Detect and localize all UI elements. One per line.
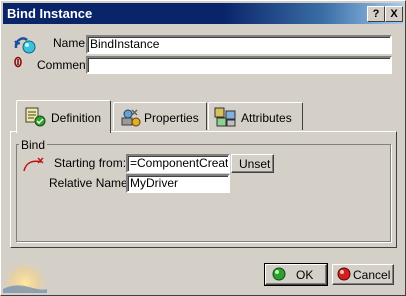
cancel-icon: [337, 267, 351, 281]
bind-instance-dialog: Bind Instance ? X Name: BindInstance Com…: [0, 0, 406, 296]
unset-button-label: Unset: [239, 157, 271, 171]
ok-button-label: OK: [296, 268, 314, 282]
cancel-button[interactable]: Cancel: [332, 264, 394, 285]
comment-label: Comment:: [37, 58, 93, 72]
tab-definition-label: Definition: [51, 111, 102, 125]
knowledge-object-icon: [13, 34, 39, 56]
corner-decoration: [3, 253, 47, 293]
relative-name-label: Relative Name:: [49, 176, 132, 190]
tab-properties[interactable]: Properties: [113, 102, 207, 130]
unset-button[interactable]: Unset: [231, 154, 274, 173]
tab-definition[interactable]: Definition: [16, 100, 111, 133]
comment-icon: [13, 56, 23, 68]
comment-field[interactable]: [86, 56, 392, 74]
ok-button[interactable]: OK: [264, 263, 328, 286]
bind-curve-icon: [21, 156, 45, 174]
tab-attributes[interactable]: Attributes: [208, 102, 303, 130]
close-button[interactable]: X: [385, 6, 403, 22]
tab-properties-label: Properties: [144, 111, 199, 125]
starting-from-field[interactable]: =ComponentCreatio: [126, 154, 230, 173]
attributes-tab-icon: [214, 107, 238, 127]
title-bar[interactable]: Bind Instance ? X: [3, 3, 403, 24]
relative-name-field[interactable]: MyDriver: [126, 174, 230, 193]
help-button[interactable]: ?: [367, 6, 385, 22]
name-label: Name:: [53, 36, 89, 50]
starting-from-label: Starting from:: [54, 156, 127, 170]
window-title: Bind Instance: [7, 6, 93, 21]
tab-attributes-label: Attributes: [241, 111, 292, 125]
ok-icon: [272, 267, 286, 281]
properties-tab-icon: [120, 107, 142, 127]
cancel-button-label: Cancel: [353, 268, 391, 282]
name-field[interactable]: BindInstance: [86, 35, 392, 54]
definition-tab-icon: [24, 106, 48, 128]
bind-group-label: Bind: [19, 138, 48, 152]
